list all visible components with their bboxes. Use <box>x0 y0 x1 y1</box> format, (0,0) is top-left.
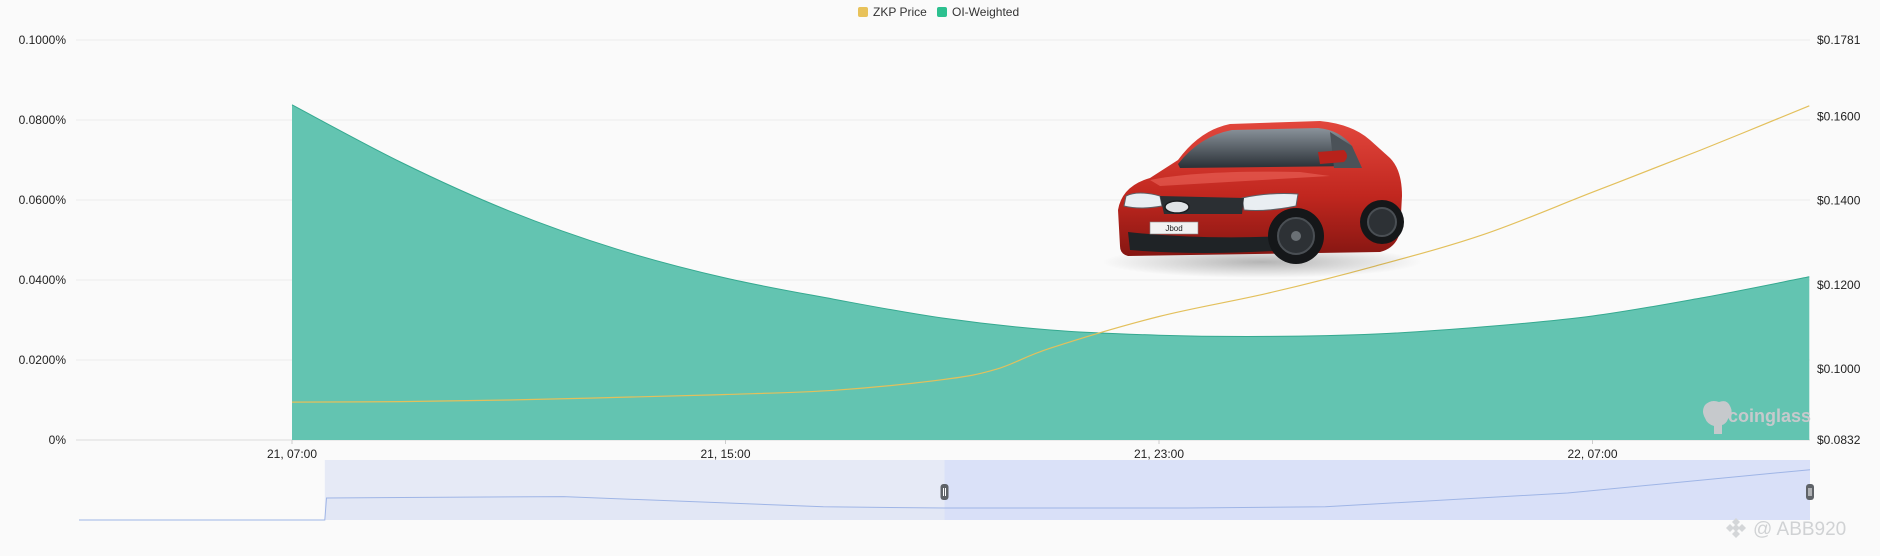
navigator-selected-range[interactable] <box>944 460 1811 520</box>
funding-rate-chart: 0% 0.0200% 0.0400% 0.0600% 0.0800% 0.1000% $0… <box>0 0 1880 551</box>
x-axis: 21, 07:00 21, 15:00 21, 23:00 22, 07:00 <box>267 440 1618 461</box>
legend-swatch-zkp-price <box>858 7 868 17</box>
range-navigator[interactable] <box>79 460 1814 521</box>
y-axis-left: 0% 0.0200% 0.0400% 0.0600% 0.0800% 0.1000% <box>19 33 67 447</box>
author-credit-text: @ ABB920 <box>1753 519 1846 540</box>
red-sedan-car-icon: Jbod <box>1102 121 1422 278</box>
y-axis-right: $0.0832 $0.1000 $0.1200 $0.1400 $0.1600 $0.17… <box>1817 33 1861 447</box>
y-right-tick-label: $0.1200 <box>1817 278 1861 292</box>
x-tick-label: 21, 07:00 <box>267 447 317 461</box>
oi-weighted-series <box>291 104 1810 441</box>
y-right-tick-label: $0.1600 <box>1817 109 1861 123</box>
oi-weighted-area <box>292 104 1810 441</box>
author-credit: @ ABB920 <box>1726 518 1846 540</box>
y-right-tick-label: $0.1400 <box>1817 194 1861 208</box>
y-left-tick-label: 0.0200% <box>19 353 67 367</box>
navigator-handle-left[interactable] <box>940 484 949 500</box>
y-right-tick-label: $0.0832 <box>1817 433 1861 447</box>
y-left-tick-label: 0.0800% <box>19 113 67 127</box>
navigator-handle-right[interactable] <box>1806 484 1814 500</box>
y-left-tick-label: 0% <box>49 433 67 447</box>
y-left-tick-label: 0.0600% <box>19 193 67 207</box>
y-right-tick-label: $0.1000 <box>1817 362 1861 376</box>
coinglass-watermark-text: coinglass <box>1728 406 1811 426</box>
legend-label-zkp-price: ZKP Price <box>873 5 927 19</box>
legend-item-zkp-price[interactable]: ZKP Price <box>858 5 927 19</box>
y-left-tick-label: 0.0400% <box>19 273 67 287</box>
car-license-plate: Jbod <box>1165 224 1182 233</box>
legend-label-oi-weighted: OI-Weighted <box>952 5 1019 19</box>
y-left-tick-label: 0.1000% <box>19 33 67 47</box>
x-tick-label: 21, 15:00 <box>700 447 750 461</box>
binance-logo-icon <box>1726 518 1746 538</box>
chart-canvas: 0% 0.0200% 0.0400% 0.0600% 0.0800% 0.1000% $0… <box>19 5 1861 540</box>
y-right-tick-label: $0.1781 <box>1817 33 1861 47</box>
x-tick-label: 22, 07:00 <box>1567 447 1617 461</box>
legend: ZKP Price OI-Weighted <box>858 5 1019 19</box>
legend-swatch-oi-weighted <box>937 7 947 17</box>
x-tick-label: 21, 23:00 <box>1134 447 1184 461</box>
legend-item-oi-weighted[interactable]: OI-Weighted <box>937 5 1019 19</box>
